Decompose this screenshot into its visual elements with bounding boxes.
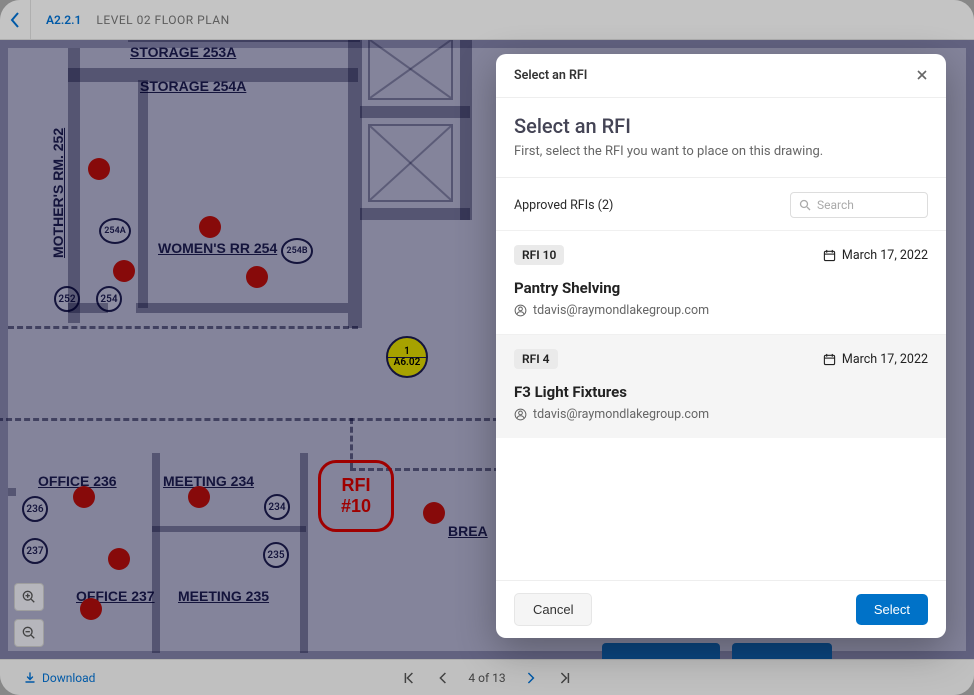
rfi-date-text: March 17, 2022 [842,248,928,263]
user-icon [514,408,527,421]
select-rfi-modal: Select an RFI Select an RFI First, selec… [496,54,946,638]
calendar-icon [823,249,836,262]
search-icon [799,199,811,211]
close-icon [916,69,928,81]
rfi-user-text: tdavis@raymondlakegroup.com [533,407,709,422]
user-icon [514,304,527,317]
rfi-list-item[interactable]: RFI 4 March 17, 2022 F3 Light Fixtures t… [496,334,946,438]
rfi-title: Pantry Shelving [514,279,928,297]
rfi-user-text: tdavis@raymondlakegroup.com [533,303,709,318]
rfi-badge: RFI 10 [514,245,564,265]
modal-subtitle: First, select the RFI you want to place … [514,144,928,159]
rfi-list-heading: Approved RFIs (2) [514,198,613,213]
rfi-list: RFI 10 March 17, 2022 Pantry Shelving td… [496,230,946,580]
cancel-button[interactable]: Cancel [514,593,592,626]
search-input[interactable]: Search [790,192,928,218]
rfi-list-item[interactable]: RFI 10 March 17, 2022 Pantry Shelving td… [496,230,946,334]
modal-close-button[interactable] [916,66,928,85]
rfi-badge: RFI 4 [514,349,558,369]
rfi-date-text: March 17, 2022 [842,352,928,367]
calendar-icon [823,353,836,366]
search-placeholder: Search [817,198,854,212]
modal-title: Select an RFI [514,114,928,138]
modal-header-title: Select an RFI [514,68,587,83]
rfi-title: F3 Light Fixtures [514,383,928,401]
select-button[interactable]: Select [856,594,928,625]
